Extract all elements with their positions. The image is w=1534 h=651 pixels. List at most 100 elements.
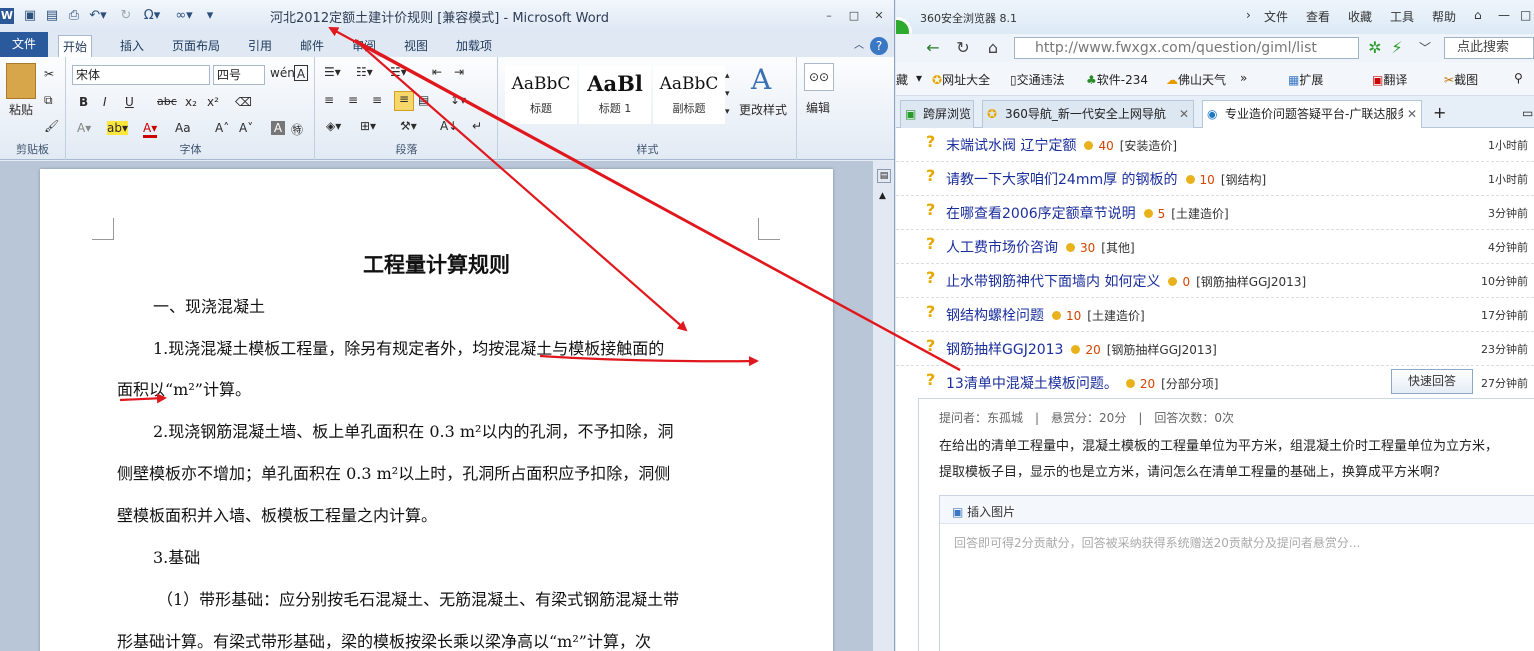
redo-icon[interactable]: ↻	[118, 7, 134, 25]
question-link[interactable]: 在哪查看2006序定额章节说明 5 [土建造价]	[946, 203, 1229, 223]
tab-review[interactable]: 审阅	[348, 35, 380, 57]
font-size-select[interactable]: 四号	[213, 65, 265, 85]
format-painter-icon[interactable]: 🖌	[44, 119, 59, 133]
style-title[interactable]: AaBbC 标题	[505, 66, 577, 124]
insert-image-button[interactable]: ▣ 插入图片	[952, 503, 1015, 520]
tab-glodon[interactable]: ◉ 专业造价问题答疑平台-广联达服务新干线 ✕	[1202, 100, 1422, 128]
fav-site-nav[interactable]: ✪网址大全	[932, 71, 990, 88]
question-link[interactable]: 钢结构螺栓问题 10 [土建造价]	[946, 305, 1145, 325]
question-link[interactable]: 人工费市场价咨询 30 [其他]	[946, 237, 1135, 257]
text-effects-icon[interactable]: A▾	[77, 121, 91, 135]
maximize-icon[interactable]: □	[847, 9, 861, 23]
font-color-icon[interactable]: A▾	[143, 121, 158, 138]
distributed-icon[interactable]: ▤	[418, 93, 429, 107]
font-name-select[interactable]: 宋体	[72, 65, 210, 85]
show-marks-icon[interactable]: ↵	[472, 119, 482, 133]
tab-addins[interactable]: 加载项	[452, 35, 496, 57]
bold-button[interactable]: B	[79, 95, 88, 109]
skin-icon[interactable]: ⌂	[1474, 8, 1482, 22]
minimize-icon[interactable]: –	[822, 9, 836, 23]
grow-font-button[interactable]: A˄	[215, 121, 229, 135]
tab-cross-screen[interactable]: ▣ 跨屏浏览	[900, 100, 974, 128]
copy-icon[interactable]: ⧉	[44, 93, 53, 108]
question-link[interactable]: 13清单中混凝土模板问题。 20 [分部分项]	[946, 373, 1218, 393]
tab-360-nav[interactable]: ✪ 360导航_新一代安全上网导航 ✕	[982, 100, 1194, 128]
scroll-up-icon[interactable]: ▲	[879, 191, 886, 201]
numbering-icon[interactable]: ☷▾	[356, 65, 373, 79]
address-bar[interactable]: http://www.fwxgx.com/question/giml/list	[1014, 37, 1359, 59]
tab-file[interactable]: 文件	[0, 32, 48, 57]
fav-extensions[interactable]: ▦扩展	[1288, 71, 1323, 88]
char-border-icon[interactable]: A	[294, 65, 308, 81]
question-link[interactable]: 止水带钢筋神代下面墙内 如何定义 0 [钢筋抽样GGJ2013]	[946, 271, 1306, 291]
question-link[interactable]: 请教一下大家咱们24mm厚 的钢板的 10 [钢结构]	[946, 169, 1266, 189]
align-left-icon[interactable]: ≡	[324, 93, 334, 107]
tab-home[interactable]: 开始	[58, 35, 93, 57]
menu-favorites[interactable]: 收藏	[1348, 8, 1372, 25]
close-icon[interactable]: ✕	[872, 9, 886, 23]
print-icon[interactable]: ⎙	[66, 7, 82, 25]
answer-input[interactable]: 回答即可得2分贡献分，回答被采纳获得系统赠送20贡献分及提问者悬赏分...	[954, 534, 1360, 551]
bullets-icon[interactable]: ☰▾	[324, 65, 341, 79]
vertical-scrollbar[interactable]: ▤ ▲	[872, 161, 894, 651]
line-spacing-icon[interactable]: ↕▾	[450, 93, 466, 107]
word-app-icon[interactable]: W	[0, 8, 14, 24]
clear-format-icon[interactable]: ⌫	[235, 95, 252, 109]
highlight-icon[interactable]: ab▾	[107, 121, 128, 135]
strikethrough-button[interactable]: abc	[157, 95, 177, 108]
customize-icon[interactable]: ▾	[203, 7, 217, 25]
change-styles-icon[interactable]: A	[751, 63, 771, 96]
ruler-toggle-icon[interactable]: ▤	[877, 169, 891, 183]
shading-icon[interactable]: ◈▾	[326, 119, 341, 133]
fav-dropdown-icon[interactable]: ▾	[916, 71, 922, 85]
fav-screenshot[interactable]: ✂截图	[1444, 71, 1478, 88]
tab-mailings[interactable]: 邮件	[296, 35, 328, 57]
quick-answer-button[interactable]: 快速回答	[1391, 369, 1473, 394]
undo-icon[interactable]: ↶▾	[88, 7, 108, 25]
tab-references[interactable]: 引用	[244, 35, 276, 57]
tab-page-layout[interactable]: 页面布局	[168, 35, 224, 57]
shrink-font-button[interactable]: A˅	[239, 121, 253, 135]
wen-icon[interactable]: wén	[270, 66, 295, 80]
back-icon[interactable]: ←	[922, 38, 944, 58]
italic-button[interactable]: I	[103, 95, 107, 109]
infinity-icon[interactable]: ∞▾	[170, 7, 198, 25]
style-subtitle[interactable]: AaBbC 副标题	[653, 66, 725, 124]
multilevel-list-icon[interactable]: ☵▾	[390, 65, 407, 79]
address-dropdown-icon[interactable]: ﹀	[1414, 38, 1436, 58]
tab-close-icon[interactable]: ✕	[1179, 101, 1189, 127]
menu-help[interactable]: 帮助	[1432, 8, 1456, 25]
paste-icon[interactable]	[6, 63, 36, 99]
subscript-button[interactable]: x₂	[185, 95, 197, 109]
superscript-button[interactable]: x²	[207, 95, 219, 109]
change-case-button[interactable]: Aa	[175, 121, 191, 135]
menu-file[interactable]: 文件	[1264, 8, 1288, 25]
borders-icon[interactable]: ⊞▾	[360, 119, 376, 133]
char-shading-icon[interactable]: A	[271, 121, 285, 135]
align-center-icon[interactable]: ≡	[348, 93, 358, 107]
browser-maximize-icon[interactable]: □	[1520, 8, 1531, 22]
tab-view[interactable]: 视图	[400, 35, 432, 57]
styles-scroll-icon[interactable]: ▴ ▾ ▾	[725, 67, 730, 121]
style-heading-1[interactable]: AaBl 标题 1	[579, 66, 651, 124]
save-icon[interactable]: ▣	[22, 7, 38, 25]
fav-search-icon[interactable]: ⚲	[1514, 71, 1523, 85]
fav-weather[interactable]: ☁佛山天气	[1166, 71, 1226, 88]
menu-view[interactable]: 查看	[1306, 8, 1330, 25]
tab-close-icon[interactable]: ✕	[1407, 101, 1417, 127]
fav-collect[interactable]: 藏	[896, 71, 908, 88]
speed-icon[interactable]: ⚡	[1386, 38, 1408, 58]
fav-software[interactable]: ♣软件-234	[1086, 71, 1148, 88]
fav-translate[interactable]: ▣翻译	[1372, 71, 1407, 88]
editing-button[interactable]: 编辑	[806, 99, 830, 116]
align-right-icon[interactable]: ≡	[372, 93, 382, 107]
sort-icon[interactable]: A↓	[440, 119, 458, 133]
binoculars-icon[interactable]: ⊙⊙	[804, 63, 834, 91]
question-link[interactable]: 钢筋抽样GGJ2013 20 [钢筋抽样GGJ2013]	[946, 339, 1217, 359]
tab-list-icon[interactable]: ▭	[1520, 100, 1534, 128]
decrease-indent-icon[interactable]: ⇤	[432, 65, 442, 79]
tab-insert[interactable]: 插入	[116, 35, 148, 57]
menu-tools[interactable]: 工具	[1390, 8, 1414, 25]
answer-editor[interactable]: ▣ 插入图片 回答即可得2分贡献分，回答被采纳获得系统赠送20贡献分及提问者悬赏…	[939, 495, 1534, 651]
security-icon[interactable]: ✲	[1364, 38, 1386, 58]
